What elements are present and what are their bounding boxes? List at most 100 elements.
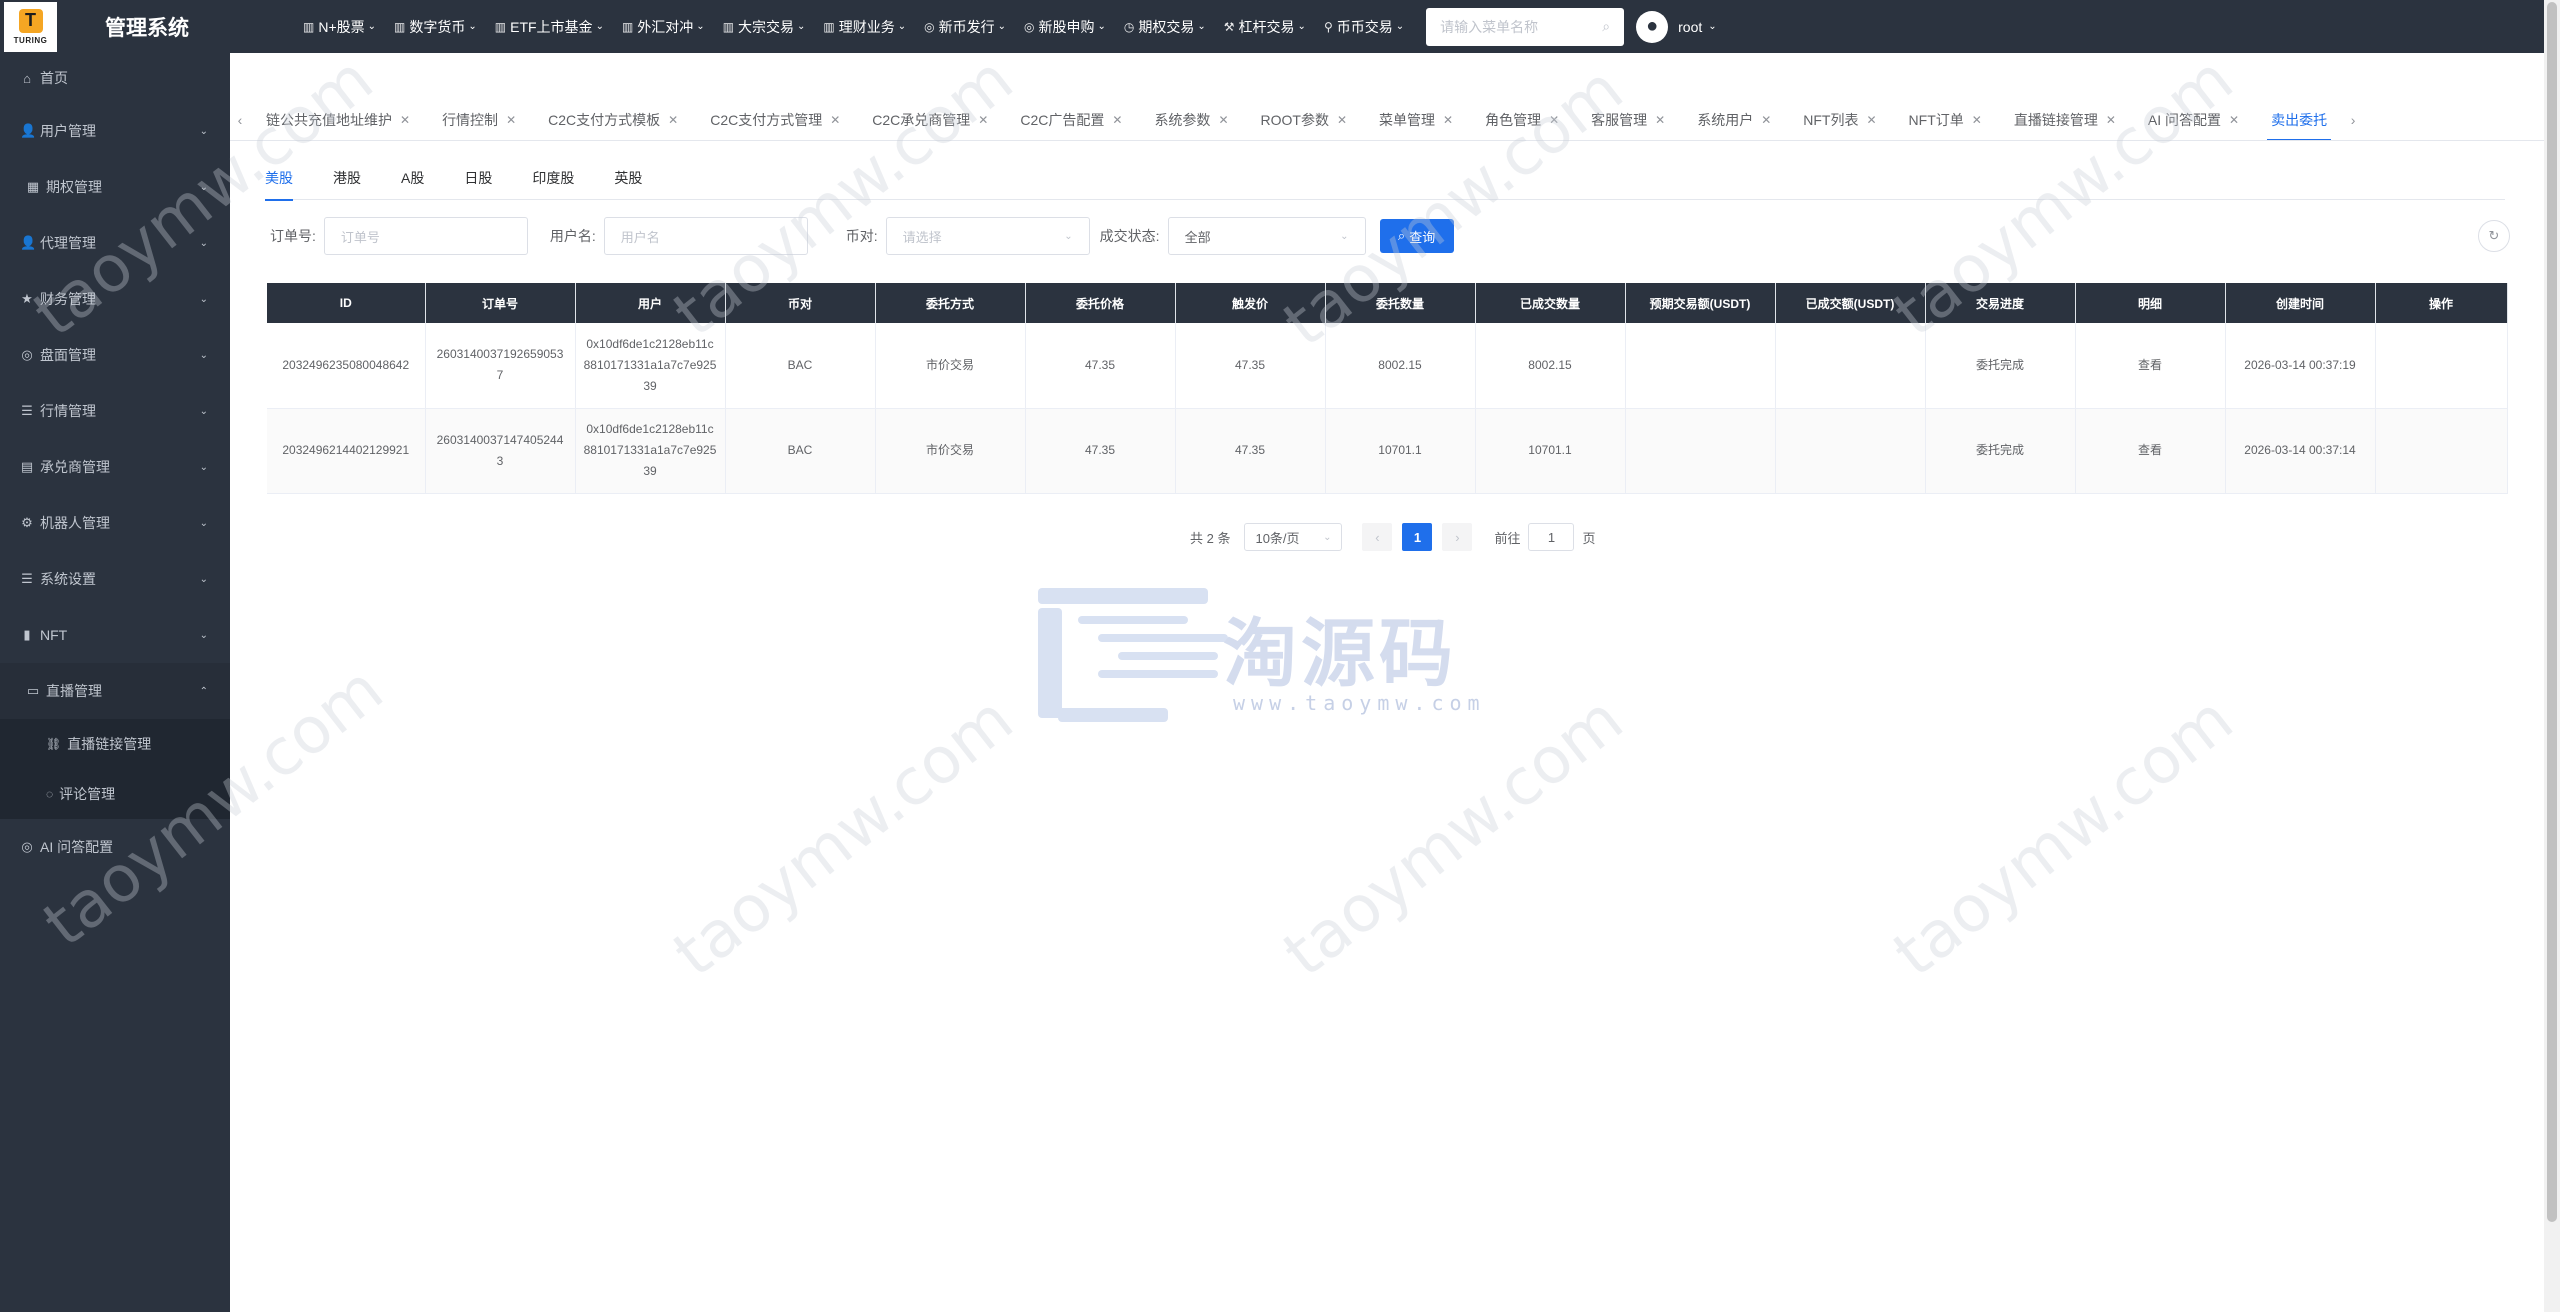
tab-service-manage[interactable]: 客服管理 ✕ <box>1575 99 1681 140</box>
status-select[interactable]: 全部 ⌄ <box>1167 217 1366 255</box>
sidebar-item-options[interactable]: ▦ 期权管理 ⌄ <box>0 159 230 215</box>
sidebar-item-settings[interactable]: ☰ 系统设置 ⌄ <box>0 551 230 607</box>
cell-pair: BAC <box>725 323 876 409</box>
chevron-down-icon: ⌄ <box>897 21 907 32</box>
topnav-ipo[interactable]: ◎ 新股申购 ⌄ <box>1024 17 1106 37</box>
tab-in-stocks[interactable]: 印度股 <box>532 155 574 200</box>
tab-role-manage[interactable]: 角色管理 ✕ <box>1469 99 1575 140</box>
tab-root-params[interactable]: ROOT参数 ✕ <box>1245 99 1364 140</box>
close-icon[interactable]: ✕ <box>1112 113 1122 127</box>
sidebar-item-home[interactable]: ⌂ 首页 <box>0 53 230 103</box>
topnav-options[interactable]: ◷ 期权交易 ⌄ <box>1124 17 1206 37</box>
menu-search-input[interactable]: 请输入菜单名称 ⌕ <box>1426 7 1625 46</box>
sidebar-item-live[interactable]: ▭ 直播管理 ⌃ <box>0 663 230 719</box>
status-label: 成交状态: <box>1099 228 1160 244</box>
sidebar-item-quotes[interactable]: ☰ 行情管理 ⌄ <box>0 383 230 439</box>
chevron-right-icon[interactable]: › <box>2343 112 2363 128</box>
tab-sys-users[interactable]: 系统用户 ✕ <box>1681 99 1787 140</box>
refresh-icon[interactable]: ↻ <box>2478 220 2510 252</box>
sidebar-item-agents[interactable]: 👤 代理管理 ⌄ <box>0 215 230 271</box>
next-page-button[interactable]: › <box>1442 523 1473 551</box>
pin-icon: ⚲ <box>1323 19 1333 34</box>
top-header: T TURING 管理系统 ▥ N+股票 ⌄ ▥ 数字货币 ⌄ ▥ ETF上市基金 ⌄ ▥ 外… <box>0 0 2560 53</box>
tab-chain-deposit[interactable]: 链公共充值地址维护 ✕ <box>250 99 426 140</box>
prev-page-button[interactable]: ‹ <box>1362 523 1393 551</box>
tab-hk-stocks[interactable]: 港股 <box>333 155 361 200</box>
topnav-stocks[interactable]: ▥ N+股票 ⌄ <box>303 17 376 37</box>
close-icon[interactable]: ✕ <box>1972 113 1982 127</box>
filter-row: 订单号: 订单号 用户名: 用户名 币对: 请选择 ⌄ 成交状态: 全部 ⌄ ⌕ 查询… <box>270 216 2510 256</box>
scrollbar-thumb[interactable] <box>2547 2 2557 1222</box>
close-icon[interactable]: ✕ <box>1549 113 1559 127</box>
close-icon[interactable]: ✕ <box>668 113 678 127</box>
sidebar-item-ai-config[interactable]: ◎ AI 问答配置 <box>0 819 230 875</box>
close-icon[interactable]: ✕ <box>1866 113 1876 127</box>
tab-c2c-ad[interactable]: C2C广告配置 ✕ <box>1004 99 1138 140</box>
close-icon[interactable]: ✕ <box>1761 113 1771 127</box>
tab-uk-stocks[interactable]: 英股 <box>614 155 642 200</box>
page-scrollbar[interactable] <box>2544 0 2560 1312</box>
table-row: 2032496235080048642 26031400371926590537… <box>267 323 2508 409</box>
cell-expected-amount <box>1625 408 1776 494</box>
view-detail-link[interactable]: 查看 <box>2075 323 2226 409</box>
chevron-left-icon[interactable]: ‹ <box>230 112 250 128</box>
tools-icon: ⚒ <box>1223 19 1235 34</box>
topnav-crypto[interactable]: ▥ 数字货币 ⌄ <box>394 17 477 37</box>
topnav-etf[interactable]: ▥ ETF上市基金 ⌄ <box>495 17 604 37</box>
sidebar-subitem-comments[interactable]: ◌ 评论管理 <box>0 769 230 819</box>
close-icon[interactable]: ✕ <box>2229 113 2239 127</box>
close-icon[interactable]: ✕ <box>400 113 410 127</box>
close-icon[interactable]: ✕ <box>1443 113 1453 127</box>
app-logo[interactable]: T TURING <box>4 1 57 52</box>
tab-menu-manage[interactable]: 菜单管理 ✕ <box>1363 99 1469 140</box>
tab-c2c-pay-manage[interactable]: C2C支付方式管理 ✕ <box>694 99 856 140</box>
sidebar-item-nft[interactable]: ▮ NFT ⌄ <box>0 607 230 663</box>
tab-ai-config[interactable]: AI 问答配置 ✕ <box>2132 99 2255 140</box>
tab-nft-orders[interactable]: NFT订单 ✕ <box>1893 99 1998 140</box>
username-input[interactable]: 用户名 <box>603 217 808 255</box>
topnav-wealth[interactable]: ▥ 理财业务 ⌄ <box>823 17 906 37</box>
page-number-button[interactable]: 1 <box>1402 523 1433 551</box>
topnav-new-coin[interactable]: ◎ 新币发行 ⌄ <box>924 17 1006 37</box>
sidebar-item-finance[interactable]: ★ 财务管理 ⌄ <box>0 271 230 327</box>
close-icon[interactable]: ✕ <box>830 113 840 127</box>
table-header-row: ID 订单号 用户 币对 委托方式 委托价格 触发价 委托数量 已成交数量 预期… <box>267 283 2508 323</box>
cell-filled-qty: 10701.1 <box>1475 408 1626 494</box>
sidebar-item-market-board[interactable]: ◎ 盘面管理 ⌄ <box>0 327 230 383</box>
sidebar-subitem-live-links[interactable]: ⛓ 直播链接管理 <box>0 719 230 769</box>
tab-nft-list[interactable]: NFT列表 ✕ <box>1787 99 1892 140</box>
tab-jp-stocks[interactable]: 日股 <box>464 155 492 200</box>
topnav-leverage[interactable]: ⚒ 杠杆交易 ⌄ <box>1224 17 1306 37</box>
goto-page-input[interactable]: 1 <box>1528 523 1575 551</box>
sidebar-item-users[interactable]: 👤 用户管理 ⌄ <box>0 103 230 159</box>
col-order-type: 委托方式 <box>875 283 1026 323</box>
topnav-spot[interactable]: ⚲ 币币交易 ⌄ <box>1324 17 1404 37</box>
sidebar-item-acceptors[interactable]: ▤ 承兑商管理 ⌄ <box>0 439 230 495</box>
view-detail-link[interactable]: 查看 <box>2075 408 2226 494</box>
tab-sell-orders[interactable]: 卖出委托 <box>2255 99 2343 140</box>
order-input[interactable]: 订单号 <box>323 217 528 255</box>
sidebar-item-robots[interactable]: ⚙ 机器人管理 ⌄ <box>0 495 230 551</box>
tab-sys-params[interactable]: 系统参数 ✕ <box>1138 99 1244 140</box>
chevron-down-icon: ⌄ <box>997 21 1007 32</box>
close-icon[interactable]: ✕ <box>506 113 516 127</box>
tab-a-stocks[interactable]: A股 <box>401 155 424 200</box>
coin-pair-select[interactable]: 请选择 ⌄ <box>885 217 1090 255</box>
col-progress: 交易进度 <box>1925 283 2076 323</box>
tab-c2c-pay-template[interactable]: C2C支付方式模板 ✕ <box>532 99 694 140</box>
user-menu[interactable]: ● root ⌄ <box>1636 10 1717 43</box>
topnav-commodity[interactable]: ▥ 大宗交易 ⌄ <box>723 17 806 37</box>
tab-c2c-acceptor[interactable]: C2C承兑商管理 ✕ <box>856 99 1004 140</box>
tab-us-stocks[interactable]: 美股 <box>265 155 293 201</box>
close-icon[interactable]: ✕ <box>1337 113 1347 127</box>
topnav-forex[interactable]: ▥ 外汇对冲 ⌄ <box>622 17 705 37</box>
search-button[interactable]: ⌕ 查询 <box>1379 219 1454 253</box>
close-icon[interactable]: ✕ <box>1218 113 1228 127</box>
tab-live-links[interactable]: 直播链接管理 ✕ <box>1998 99 2132 140</box>
tab-quote-control[interactable]: 行情控制 ✕ <box>426 99 532 140</box>
close-icon[interactable]: ✕ <box>978 113 988 127</box>
page-size-select[interactable]: 10条/页 ⌄ <box>1244 523 1343 551</box>
close-icon[interactable]: ✕ <box>2106 113 2116 127</box>
close-icon[interactable]: ✕ <box>1655 113 1665 127</box>
logo-mark: T <box>18 8 43 33</box>
